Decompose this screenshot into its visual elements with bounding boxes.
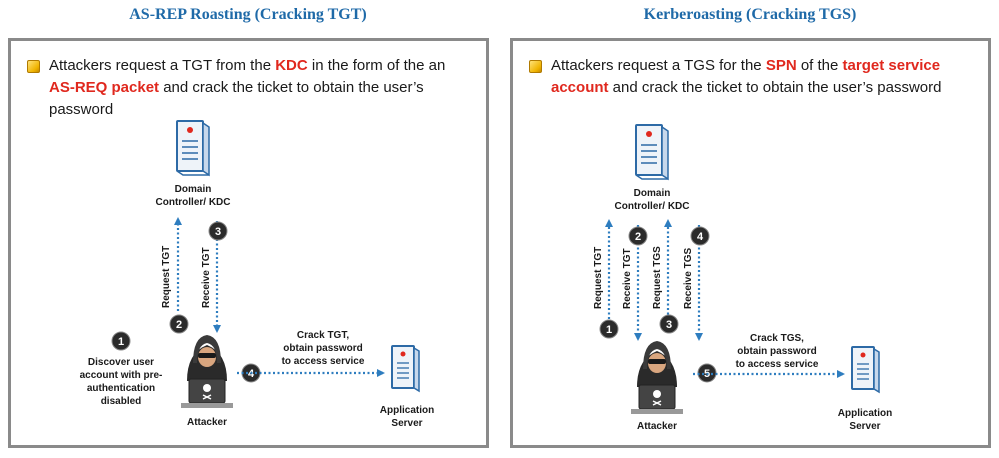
step-1-line3: authentication	[87, 383, 155, 394]
step-1-line1: Discover user	[88, 357, 154, 368]
application-server-icon	[851, 346, 880, 394]
step-4-badge: 4	[690, 226, 710, 246]
step-1-badge: 1	[111, 331, 131, 351]
dc-label-line1: Domain	[634, 188, 671, 199]
step-3-badge: 3	[208, 221, 228, 241]
step-4-line1: Crack TGT,	[297, 330, 349, 341]
step-5-line2: obtain password	[737, 346, 816, 357]
step-1-badge: 1	[599, 319, 619, 339]
svg-text:1: 1	[118, 336, 124, 348]
step-1-line4: disabled	[101, 396, 142, 407]
step-4-label: Receive TGS	[683, 248, 694, 309]
domain-controller-server-icon	[176, 120, 210, 177]
attacker-label: Attacker	[187, 417, 227, 428]
step-4-line3: to access service	[282, 356, 365, 367]
attacker-label: Attacker	[637, 421, 677, 432]
step-5-line1: Crack TGS,	[750, 333, 804, 344]
domain-controller-server-icon	[635, 124, 669, 181]
as-rep-diagram: Domain Controller/ KDC Request TGT Recei…	[80, 120, 434, 429]
dc-label-line1: Domain	[175, 184, 212, 195]
app-server-label-line1: Application	[838, 408, 892, 419]
svg-text:2: 2	[176, 319, 182, 331]
step-3-label: Receive TGT	[201, 247, 212, 308]
left-panel-title: AS-REP Roasting (Cracking TGT)	[129, 6, 367, 23]
as-rep-roasting-panel: Attackers request a TGT from the KDC in …	[8, 38, 489, 448]
step-2-badge: 2	[169, 314, 189, 334]
step-2-label: Request TGT	[161, 246, 172, 308]
svg-text:2: 2	[635, 231, 641, 243]
svg-text:3: 3	[215, 226, 221, 238]
step-1-line2: account with pre-	[80, 370, 163, 381]
dc-label-line2: Controller/ KDC	[615, 201, 690, 212]
application-server-icon	[391, 345, 420, 393]
dc-label-line2: Controller/ KDC	[156, 197, 231, 208]
svg-text:1: 1	[606, 324, 612, 336]
app-server-label-line1: Application	[380, 405, 434, 416]
app-server-label-line2: Server	[849, 421, 880, 432]
right-panel-title: Kerberoasting (Cracking TGS)	[643, 6, 857, 23]
kerberoasting-diagram: Domain Controller/ KDC Request TGT Recei…	[593, 124, 892, 432]
step-2-label: Receive TGT	[622, 248, 633, 309]
step-1-label: Request TGT	[593, 247, 604, 309]
attacker-hacker-icon	[181, 335, 233, 408]
step-3-label: Request TGS	[652, 246, 663, 309]
step-5-line3: to access service	[736, 359, 819, 370]
svg-text:3: 3	[666, 319, 672, 331]
step-4-line2: obtain password	[283, 343, 362, 354]
svg-text:4: 4	[697, 231, 704, 243]
kerberoasting-panel: Attackers request a TGS for the SPN of t…	[510, 38, 991, 448]
app-server-label-line2: Server	[391, 418, 422, 429]
attacker-hacker-icon	[631, 341, 683, 414]
step-3-badge: 3	[659, 314, 679, 334]
step-2-badge: 2	[628, 226, 648, 246]
